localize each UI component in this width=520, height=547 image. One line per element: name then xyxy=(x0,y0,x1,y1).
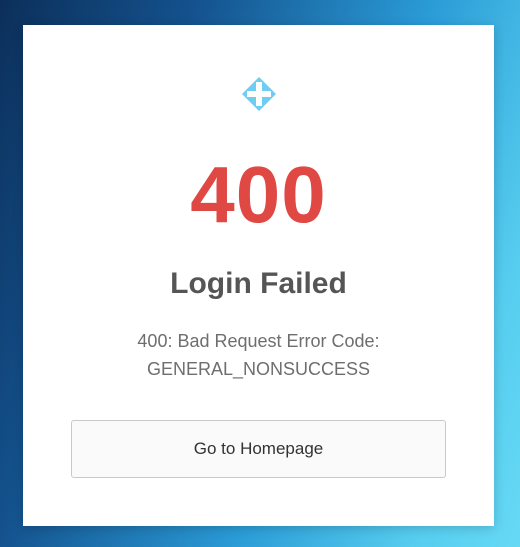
error-card: 400 Login Failed 400: Bad Request Error … xyxy=(23,25,494,526)
go-to-homepage-button[interactable]: Go to Homepage xyxy=(71,420,446,478)
error-code-name: GENERAL_NONSUCCESS xyxy=(146,359,371,379)
error-message: 400: Bad Request Error Code: GENERAL_NON… xyxy=(63,327,454,383)
page-title: Login Failed xyxy=(170,267,347,300)
diamond-plus-icon xyxy=(242,77,276,111)
error-message-line: 400: Bad Request Error Code: xyxy=(137,331,380,351)
error-code: 400 xyxy=(190,150,327,239)
